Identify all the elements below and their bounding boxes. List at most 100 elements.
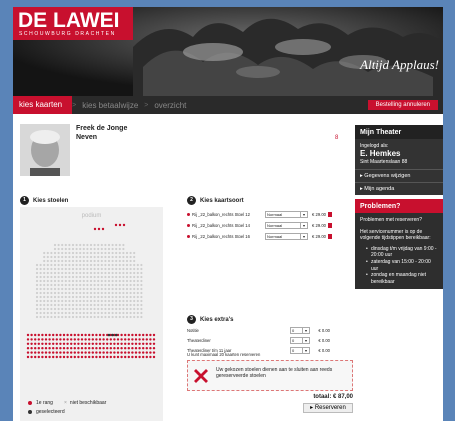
seat[interactable] — [93, 315, 96, 319]
step-kies-kaarten[interactable]: kies kaarten — [13, 96, 73, 114]
seat[interactable] — [61, 315, 64, 319]
seat[interactable] — [142, 333, 145, 337]
seat[interactable] — [97, 307, 100, 311]
step-kies-betaalwijze[interactable]: kies betaalwijze — [76, 101, 144, 110]
seat[interactable] — [50, 291, 53, 295]
seat[interactable] — [115, 315, 118, 319]
seat[interactable] — [71, 303, 75, 307]
seat[interactable] — [129, 311, 132, 315]
seat[interactable] — [93, 263, 96, 267]
seat[interactable] — [66, 351, 69, 354]
seat[interactable] — [129, 279, 132, 283]
seat[interactable] — [50, 259, 53, 263]
seat[interactable] — [57, 311, 60, 315]
seat[interactable] — [71, 311, 75, 315]
seat[interactable] — [39, 307, 42, 311]
seat[interactable] — [120, 333, 123, 337]
seat[interactable] — [100, 255, 103, 259]
seat[interactable] — [61, 247, 64, 251]
seat[interactable] — [131, 351, 134, 354]
seat[interactable] — [122, 291, 125, 295]
seat[interactable] — [43, 255, 46, 259]
seat[interactable] — [46, 291, 49, 295]
seat[interactable] — [122, 263, 125, 267]
seat[interactable] — [106, 347, 109, 350]
seat[interactable] — [111, 251, 114, 255]
seat[interactable] — [100, 243, 103, 247]
seat[interactable] — [62, 338, 66, 341]
seat[interactable] — [106, 355, 109, 359]
seat[interactable] — [79, 251, 82, 255]
seat[interactable] — [82, 307, 85, 311]
seat[interactable] — [138, 342, 141, 345]
seat[interactable] — [75, 303, 78, 307]
seat[interactable] — [59, 355, 62, 359]
seat[interactable] — [52, 333, 55, 337]
step-overzicht[interactable]: overzicht — [148, 101, 192, 110]
seat[interactable] — [100, 271, 103, 275]
seat[interactable] — [107, 295, 111, 299]
seat[interactable] — [140, 275, 143, 279]
seat[interactable] — [93, 251, 96, 255]
seat[interactable] — [68, 303, 71, 307]
reserve-button[interactable]: ▸ Reserveren — [303, 403, 353, 413]
seat[interactable] — [70, 342, 73, 345]
seat[interactable] — [46, 295, 49, 299]
seat[interactable] — [82, 315, 85, 319]
seat[interactable] — [97, 267, 100, 271]
seat[interactable] — [39, 267, 42, 271]
seat[interactable] — [115, 251, 118, 255]
seat[interactable] — [91, 347, 95, 350]
seat[interactable] — [89, 287, 93, 291]
seat[interactable] — [39, 287, 42, 291]
seat[interactable] — [35, 267, 39, 271]
seat[interactable] — [34, 347, 37, 350]
seat[interactable] — [75, 243, 78, 247]
seat[interactable] — [82, 303, 85, 307]
seat[interactable] — [89, 255, 93, 259]
seat[interactable] — [149, 347, 152, 350]
seat[interactable] — [152, 347, 156, 350]
seat[interactable] — [140, 287, 143, 291]
seat[interactable] — [52, 355, 55, 359]
seat[interactable] — [115, 287, 118, 291]
seat[interactable] — [125, 255, 129, 259]
seat[interactable] — [50, 287, 53, 291]
seat[interactable] — [53, 283, 57, 287]
seat[interactable] — [73, 342, 76, 345]
seat[interactable] — [140, 279, 143, 283]
seat[interactable] — [57, 307, 60, 311]
seat[interactable] — [73, 347, 76, 350]
seat[interactable] — [127, 338, 130, 341]
seat[interactable] — [124, 355, 127, 359]
seat[interactable] — [122, 283, 125, 287]
seat[interactable] — [118, 247, 121, 251]
seat[interactable] — [50, 255, 53, 259]
seat[interactable] — [35, 271, 39, 275]
seat[interactable] — [149, 342, 152, 345]
seat[interactable] — [136, 311, 139, 315]
seat[interactable] — [109, 355, 113, 359]
seat[interactable] — [98, 342, 102, 345]
seat[interactable] — [68, 275, 71, 279]
seat[interactable] — [118, 251, 121, 255]
link-gegevens-wijzigen[interactable]: ▸ Gegevens wijzigen — [355, 169, 443, 182]
seat[interactable] — [115, 247, 118, 251]
seat[interactable] — [77, 355, 80, 359]
seat[interactable] — [64, 283, 67, 287]
seat[interactable] — [111, 307, 114, 311]
seat[interactable] — [136, 303, 139, 307]
seat[interactable] — [107, 279, 111, 283]
seat[interactable] — [111, 295, 114, 299]
seat[interactable] — [93, 287, 96, 291]
seat[interactable] — [34, 355, 37, 359]
seat[interactable] — [145, 338, 148, 341]
seat[interactable] — [61, 259, 64, 263]
seat[interactable] — [55, 338, 58, 341]
seat[interactable] — [35, 299, 39, 303]
seat[interactable] — [115, 311, 118, 315]
seat[interactable] — [125, 283, 129, 287]
seat[interactable] — [46, 315, 49, 319]
seat[interactable] — [115, 295, 118, 299]
seat[interactable] — [122, 271, 125, 275]
